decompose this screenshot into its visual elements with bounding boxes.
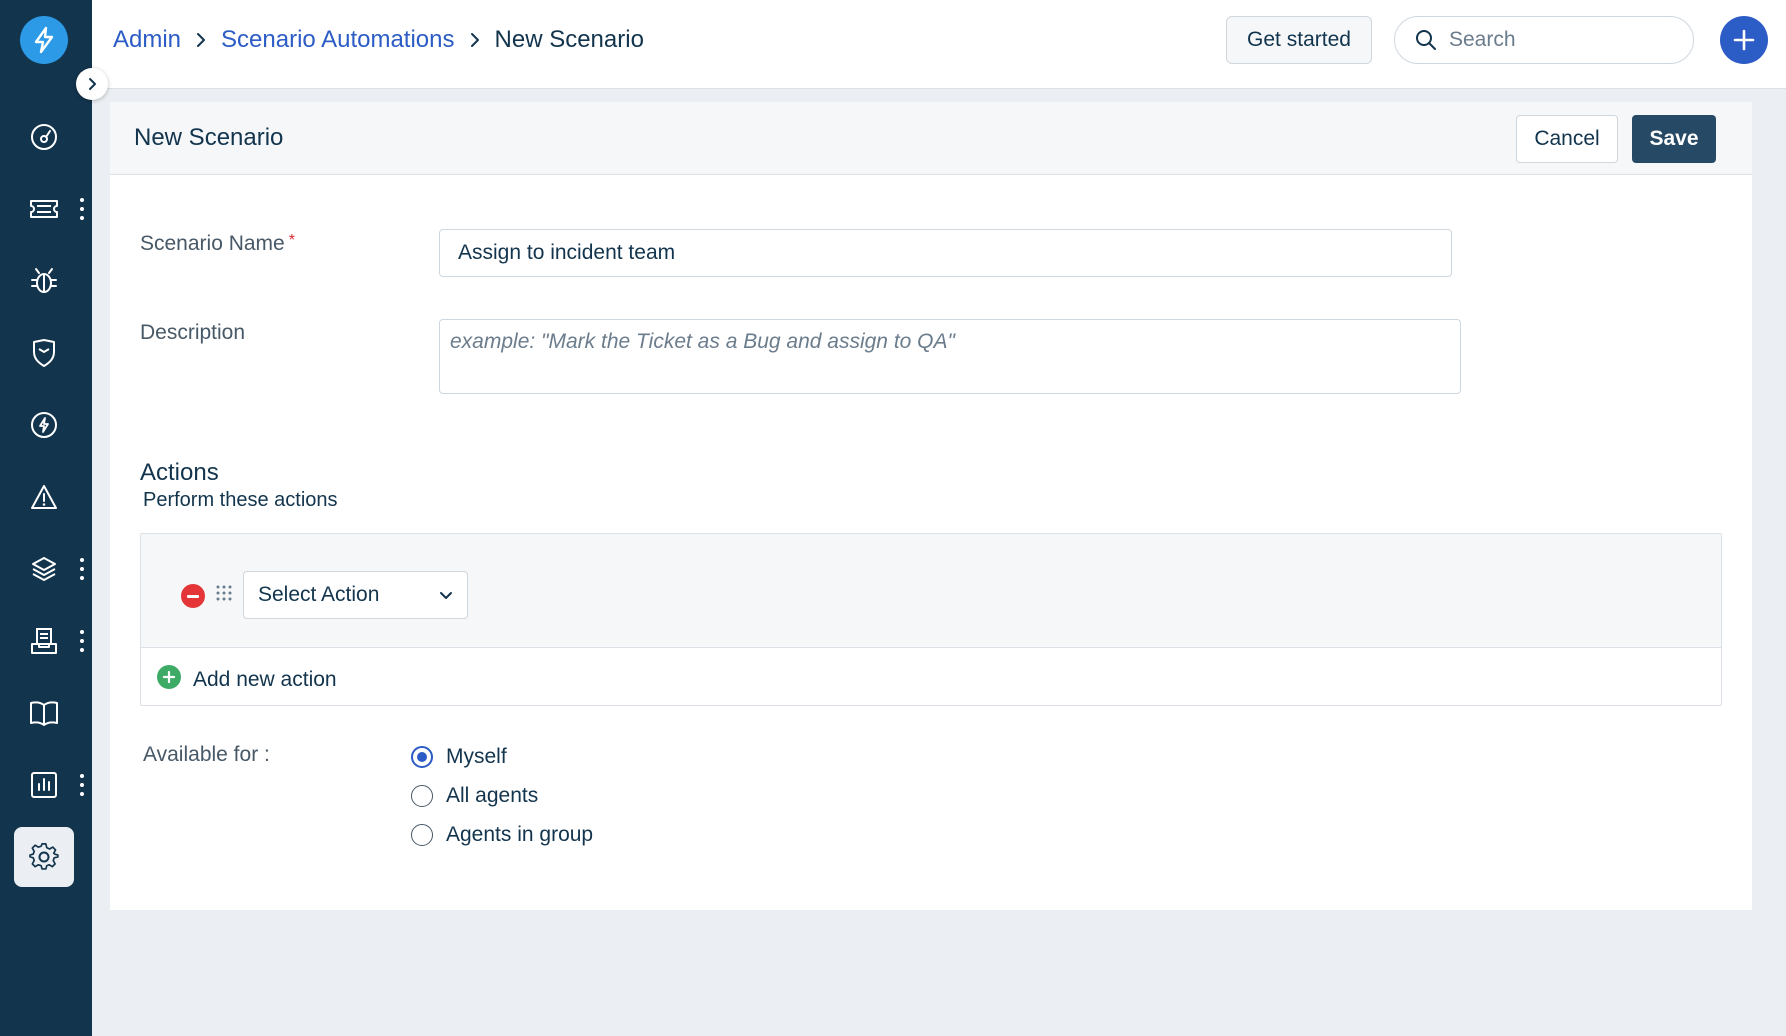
sidebar-item-assets[interactable] (14, 539, 74, 599)
sidebar-item-analytics[interactable] (14, 755, 74, 815)
sidebar-item-problems[interactable] (14, 251, 74, 311)
assets-more-icon[interactable] (78, 558, 86, 580)
description-label: Description (140, 321, 246, 344)
sidebar-item-contracts[interactable] (14, 611, 74, 671)
gear-icon (29, 843, 59, 870)
select-action-label: Select Action (258, 583, 380, 606)
action-row: Select Action (141, 534, 1721, 648)
radio-button-checked[interactable] (411, 746, 433, 768)
sidebar-item-alerts[interactable] (14, 467, 74, 527)
quick-create-button[interactable] (1720, 16, 1768, 64)
radio-label: All agents (446, 784, 539, 807)
add-new-action-label: Add new action (193, 668, 337, 691)
sidebar (0, 0, 92, 1036)
actions-container: Select Action Add new action (140, 533, 1722, 706)
chevron-down-icon (440, 592, 452, 599)
required-mark: * (288, 232, 295, 249)
drag-handle-icon[interactable] (215, 584, 233, 602)
description-textarea[interactable] (439, 319, 1461, 394)
lightning-bolt-icon (34, 26, 54, 54)
scenario-form-card: New Scenario Cancel Save Scenario Name * … (110, 102, 1752, 910)
add-circle-icon (157, 665, 181, 689)
sidebar-item-changes[interactable] (14, 323, 74, 383)
bug-icon (31, 268, 57, 293)
scenario-name-input[interactable] (439, 229, 1452, 277)
top-header: Admin Scenario Automations New Scenario … (92, 0, 1786, 89)
search-box[interactable] (1394, 16, 1694, 64)
search-icon (1416, 30, 1436, 50)
radio-button[interactable] (411, 785, 433, 807)
breadcrumb-current: New Scenario (494, 26, 644, 53)
contracts-more-icon[interactable] (78, 630, 86, 652)
book-icon (30, 701, 58, 726)
available-for-label: Available for : (143, 743, 270, 766)
remove-action-icon[interactable] (181, 584, 205, 608)
scenario-name-label-text: Scenario Name (140, 232, 285, 255)
bolt-circle-icon (31, 412, 57, 438)
radio-agents-in-group[interactable]: Agents in group (411, 823, 593, 847)
select-action-dropdown[interactable]: Select Action (243, 571, 468, 619)
search-input[interactable] (1449, 28, 1669, 52)
layers-icon (32, 557, 56, 581)
dashboard-icon (31, 124, 57, 150)
sidebar-item-dashboard[interactable] (14, 107, 74, 167)
bar-chart-icon (31, 772, 57, 798)
sidebar-collapse-toggle[interactable] (76, 68, 108, 100)
card-header: New Scenario Cancel Save (110, 102, 1752, 175)
sidebar-item-admin[interactable] (14, 827, 74, 887)
add-new-action-link[interactable]: Add new action (157, 662, 337, 692)
shield-icon (33, 339, 55, 367)
sidebar-item-tickets[interactable] (14, 179, 74, 239)
breadcrumb-chevron-icon (195, 32, 207, 48)
breadcrumb: Admin Scenario Automations New Scenario (113, 26, 644, 54)
chevron-right-icon (89, 78, 96, 90)
sidebar-item-solutions[interactable] (14, 683, 74, 743)
alert-triangle-icon (31, 485, 57, 509)
radio-button[interactable] (411, 824, 433, 846)
ticket-icon (30, 200, 58, 218)
plus-icon (1733, 29, 1755, 51)
tickets-more-icon[interactable] (78, 198, 86, 220)
breadcrumb-admin-link[interactable]: Admin (113, 26, 181, 54)
breadcrumb-chevron-icon (469, 32, 481, 48)
save-button[interactable]: Save (1632, 115, 1716, 163)
page-title: New Scenario (134, 124, 284, 151)
breadcrumb-scenario-automations-link[interactable]: Scenario Automations (221, 26, 454, 54)
sidebar-item-releases[interactable] (14, 395, 74, 455)
radio-label: Myself (446, 745, 507, 768)
radio-all-agents[interactable]: All agents (411, 784, 538, 808)
scenario-name-label: Scenario Name * (140, 232, 295, 256)
actions-subtitle: Perform these actions (143, 489, 338, 511)
radio-myself[interactable]: Myself (411, 745, 507, 769)
cancel-button[interactable]: Cancel (1516, 115, 1618, 163)
get-started-button[interactable]: Get started (1226, 16, 1372, 64)
analytics-more-icon[interactable] (78, 774, 86, 796)
app-logo[interactable] (20, 16, 68, 64)
actions-title: Actions (140, 459, 219, 486)
inbox-document-icon (31, 628, 57, 654)
radio-label: Agents in group (446, 823, 594, 846)
